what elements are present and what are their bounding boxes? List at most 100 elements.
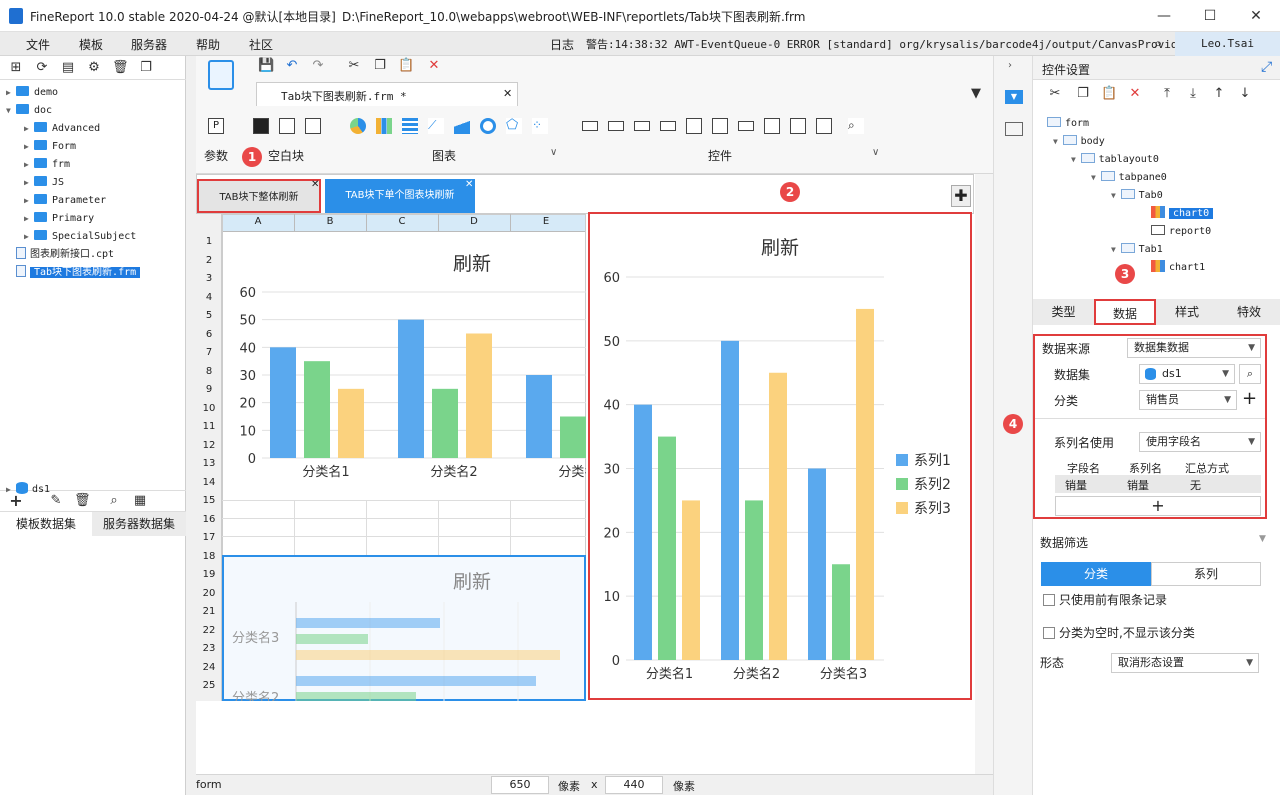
row-label[interactable]: 6 bbox=[196, 329, 222, 340]
settings-icon[interactable]: ⚙ bbox=[86, 60, 102, 76]
search-widget-icon[interactable]: ⌕ bbox=[848, 118, 864, 134]
new-folder-icon[interactable]: ⊞ bbox=[8, 60, 24, 76]
menu-community[interactable]: 社区 bbox=[249, 36, 273, 53]
column-label[interactable]: A bbox=[222, 216, 294, 227]
row-label[interactable]: 3 bbox=[196, 273, 222, 284]
row-label[interactable]: 19 bbox=[196, 569, 222, 580]
menu-template[interactable]: 模板 bbox=[79, 36, 103, 53]
tree-node-tablayout0[interactable]: ▼ tablayout0 bbox=[1071, 152, 1159, 168]
tree-node-chart0[interactable]: chart0 bbox=[1151, 206, 1214, 222]
dataset-ds1[interactable]: ▶ ds1 bbox=[6, 481, 50, 498]
component-icon[interactable] bbox=[1005, 122, 1023, 136]
pie-chart-icon[interactable] bbox=[350, 118, 366, 134]
row-label[interactable]: 20 bbox=[196, 588, 222, 599]
tree-node-report0[interactable]: report0 bbox=[1151, 224, 1211, 240]
widget-settings-icon[interactable]: ▼ bbox=[1005, 90, 1023, 104]
row-label[interactable]: 23 bbox=[196, 643, 222, 654]
cut-icon[interactable]: ✂ bbox=[346, 58, 362, 74]
filter-tab-category[interactable]: 分类 bbox=[1041, 562, 1151, 586]
chart-right-frame[interactable]: 刷新 0 10 20 30 40 50 60 分类名1 分类名2 分类名3 系列1 系列2 系列3 bbox=[588, 212, 972, 700]
maximize-icon[interactable]: ☐ bbox=[1199, 6, 1221, 26]
tree-arrow-icon[interactable]: ▶ bbox=[24, 156, 34, 173]
user-name[interactable]: Leo.Tsai bbox=[1175, 32, 1280, 56]
menu-help[interactable]: 帮助 bbox=[196, 36, 220, 53]
width-input[interactable]: 650 bbox=[491, 776, 549, 794]
hbar-chart[interactable]: 刷新分类名3 分类名2 bbox=[222, 558, 586, 701]
add-field-button[interactable]: + bbox=[1055, 496, 1261, 516]
data-source-select[interactable]: 数据集数据 ▼ bbox=[1127, 338, 1261, 358]
column-label[interactable]: B bbox=[294, 216, 366, 227]
minimize-icon[interactable]: — bbox=[1153, 6, 1175, 26]
move-bottom-icon[interactable]: ⤓ bbox=[1185, 86, 1201, 102]
area-chart-icon[interactable] bbox=[454, 118, 470, 134]
tree-arrow-icon[interactable]: ▼ bbox=[6, 102, 16, 119]
tab-whole-refresh[interactable]: TAB块下整体刷新 bbox=[197, 179, 321, 213]
close-tab-icon[interactable]: ✕ bbox=[503, 87, 512, 100]
row-label[interactable]: 14 bbox=[196, 477, 222, 488]
category-select[interactable]: 销售员 ▼ bbox=[1139, 390, 1237, 410]
combobox-icon[interactable] bbox=[660, 121, 676, 131]
tree-arrow-icon[interactable]: ▶ bbox=[24, 120, 34, 137]
tree-arrow-icon[interactable]: ▶ bbox=[24, 174, 34, 191]
radar-chart-icon[interactable]: ⬠ bbox=[506, 118, 522, 134]
row-label[interactable]: 15 bbox=[196, 495, 222, 506]
filter-tab-series[interactable]: 系列 bbox=[1151, 562, 1261, 586]
dataset-preview-icon[interactable]: ⌕ bbox=[1239, 364, 1261, 384]
row-label[interactable]: 9 bbox=[196, 384, 222, 395]
row-label[interactable]: 12 bbox=[196, 440, 222, 451]
editor-tab[interactable]: Tab块下图表刷新.frm * ✕ bbox=[256, 82, 518, 106]
button-icon[interactable] bbox=[634, 121, 650, 131]
gauge-chart-icon[interactable] bbox=[480, 118, 496, 134]
preview-icon[interactable]: ⌕ bbox=[106, 493, 122, 509]
row-label[interactable]: 4 bbox=[196, 292, 222, 303]
menu-file[interactable]: 文件 bbox=[26, 36, 50, 53]
split-icon[interactable] bbox=[279, 118, 295, 134]
row-label[interactable]: 18 bbox=[196, 551, 222, 562]
row-label[interactable]: 11 bbox=[196, 421, 222, 432]
row-label[interactable]: 17 bbox=[196, 532, 222, 543]
row-label[interactable]: 13 bbox=[196, 458, 222, 469]
expand-icon[interactable]: ⤢ bbox=[1261, 59, 1272, 75]
close-tab1-icon[interactable]: ✕ bbox=[311, 179, 319, 190]
line-chart-icon[interactable]: ⟋ bbox=[428, 118, 444, 134]
close-icon[interactable]: ✕ bbox=[1245, 6, 1267, 26]
redo-icon[interactable]: ↷ bbox=[310, 58, 326, 74]
delete-dataset-icon[interactable]: 🗑 bbox=[74, 493, 91, 509]
chart-left[interactable]: 刷新 0 10 20 30 40 50 60 分类名1 分类名2 分类名3 bbox=[222, 232, 586, 500]
tree-arrow-icon[interactable]: ▶ bbox=[24, 138, 34, 155]
search-icon[interactable]: ⌕ bbox=[1154, 34, 1162, 52]
save-icon[interactable]: 💾 bbox=[258, 58, 274, 74]
label-icon[interactable] bbox=[608, 121, 624, 131]
grid-icon[interactable] bbox=[305, 118, 321, 134]
edit-icon[interactable]: ✎ bbox=[48, 493, 64, 509]
filter-collapse-icon[interactable]: ▼ bbox=[1259, 534, 1266, 544]
tree-arrow-icon[interactable]: ▶ bbox=[24, 228, 34, 245]
dataset-select[interactable]: ds1 ▼ bbox=[1139, 364, 1235, 384]
series-name-select[interactable]: 使用字段名 ▼ bbox=[1139, 432, 1261, 452]
checkbox-group-icon[interactable] bbox=[790, 118, 806, 134]
widget-delete-icon[interactable]: ✕ bbox=[1127, 86, 1143, 102]
row-label[interactable]: 2 bbox=[196, 255, 222, 266]
column-label[interactable]: E bbox=[510, 216, 582, 227]
row-label[interactable]: 8 bbox=[196, 366, 222, 377]
widget-copy-icon[interactable]: ❐ bbox=[1075, 86, 1091, 102]
widget-group-expand-icon[interactable]: ∨ bbox=[872, 147, 879, 158]
move-down-icon[interactable]: ↓ bbox=[1237, 86, 1253, 102]
move-top-icon[interactable]: ⤒ bbox=[1159, 86, 1175, 102]
block-icon[interactable] bbox=[253, 118, 269, 134]
menu-server[interactable]: 服务器 bbox=[131, 36, 167, 53]
collapse-left-icon[interactable]: › bbox=[1008, 60, 1012, 71]
row-label[interactable]: 16 bbox=[196, 514, 222, 525]
row-label[interactable]: 21 bbox=[196, 606, 222, 617]
widget-cut-icon[interactable]: ✂ bbox=[1047, 86, 1063, 102]
row-label[interactable]: 10 bbox=[196, 403, 222, 414]
row-label[interactable]: 24 bbox=[196, 662, 222, 673]
number-icon[interactable] bbox=[738, 121, 754, 131]
bar-chart-icon[interactable] bbox=[376, 118, 392, 134]
date-icon[interactable] bbox=[712, 118, 728, 134]
tree-folder[interactable]: ▶ Form bbox=[24, 138, 76, 155]
shape-select[interactable]: 取消形态设置 ▼ bbox=[1111, 653, 1259, 673]
row-label[interactable]: 7 bbox=[196, 347, 222, 358]
tab-style[interactable]: 样式 bbox=[1156, 299, 1218, 325]
tree-folder[interactable]: ▶ Advanced bbox=[24, 120, 100, 137]
